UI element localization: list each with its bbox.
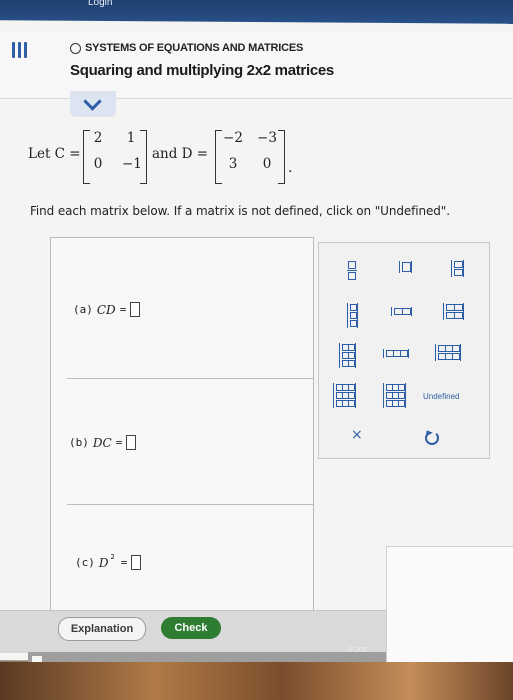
- explanation-button[interactable]: Explanation: [58, 617, 146, 641]
- topic-subtitle-text: SYSTEMS OF EQUATIONS AND MATRICES: [85, 42, 304, 54]
- problem-statement: Let C = 2 1 0 −1 and D = −2 −3 3 0 .: [28, 122, 488, 192]
- answer-a-input[interactable]: [130, 302, 141, 317]
- matrix-1x3-icon: [383, 349, 409, 358]
- answer-b-section: (b) DC =: [67, 378, 313, 505]
- answer-c-row: (c) D 2 =: [75, 552, 142, 570]
- matrix-3x1-button[interactable]: [347, 303, 358, 328]
- matrix-d-cell: −2: [223, 130, 243, 146]
- answer-a-equals: =: [119, 303, 127, 316]
- matrix-tool-palette: Undefined ×: [318, 242, 490, 459]
- matrix-d: −2 −3 3 0: [222, 130, 278, 172]
- side-panel: [386, 546, 513, 663]
- progress-circle-icon: [70, 42, 81, 54]
- matrix-3x1-icon: [347, 303, 358, 328]
- matrix-3x2-button[interactable]: [339, 343, 356, 368]
- matrix-3x3-button[interactable]: [333, 383, 356, 408]
- answer-b-expression: DC: [92, 435, 112, 450]
- matrix-3x2-icon: [339, 343, 356, 368]
- matrix-2x3-button[interactable]: [435, 344, 461, 361]
- answer-b-equals: =: [115, 436, 123, 449]
- answer-b-prefix: (b): [69, 436, 89, 449]
- matrix-3x3-alt-icon: [383, 383, 406, 408]
- answer-c-section: (c) D 2 =: [67, 504, 313, 611]
- answer-a-expression: CD: [96, 302, 116, 317]
- answer-c-expression: D: [98, 555, 109, 570]
- answer-panel: (a) CD = (b) DC = (c) D 2 =: [50, 237, 314, 611]
- clear-button[interactable]: ×: [351, 427, 363, 443]
- matrix-c: 2 1 0 −1: [92, 130, 142, 172]
- undefined-button[interactable]: Undefined: [423, 392, 459, 401]
- period: .: [288, 160, 293, 176]
- matrix-2x2-icon: [443, 303, 464, 320]
- answer-b-input[interactable]: [126, 435, 137, 450]
- matrix-1x2-button[interactable]: [391, 307, 412, 316]
- matrix-2x1-button[interactable]: [451, 260, 464, 277]
- matrix-d-cell: −3: [257, 130, 277, 146]
- matrix-c-cell: 1: [126, 130, 136, 146]
- answer-c-prefix: (c): [75, 556, 95, 569]
- matrix-d-cell: 0: [262, 156, 272, 172]
- close-icon: ×: [351, 427, 363, 443]
- fraction-icon: [347, 261, 357, 280]
- and-d-label: and D =: [152, 146, 209, 162]
- answer-c-exponent: 2: [110, 552, 115, 561]
- page-title: Squaring and multiplying 2x2 matrices: [70, 62, 334, 79]
- answer-a-row: (a) CD =: [73, 302, 141, 317]
- answer-a-prefix: (a): [73, 303, 93, 316]
- matrix-d-cell: 3: [228, 156, 238, 172]
- instruction-text: Find each matrix below. If a matrix is n…: [30, 204, 450, 218]
- check-button[interactable]: Check: [161, 617, 221, 639]
- menu-icon[interactable]: [12, 42, 30, 58]
- matrix-d-left-bracket: [215, 130, 222, 184]
- fraction-tool-button[interactable]: [347, 261, 357, 280]
- let-c-label: Let C =: [28, 146, 81, 162]
- copyright-text: © 202: [348, 647, 367, 654]
- matrix-c-right-bracket: [140, 130, 147, 184]
- matrix-2x2-button[interactable]: [443, 303, 464, 320]
- matrix-d-right-bracket: [278, 130, 285, 184]
- undo-icon: [425, 431, 439, 445]
- answer-c-equals: =: [120, 556, 128, 569]
- desk-background: [0, 662, 513, 700]
- answer-a-section: (a) CD =: [67, 238, 313, 378]
- matrix-c-cell: −1: [122, 156, 142, 172]
- answer-c-input[interactable]: [131, 555, 142, 570]
- matrix-2x3-icon: [435, 344, 461, 361]
- matrix-2x1-icon: [451, 260, 464, 277]
- matrix-1x1-icon: [399, 261, 412, 273]
- matrix-c-cell: 0: [93, 156, 103, 172]
- chevron-down-icon: [83, 92, 102, 111]
- topic-subtitle: SYSTEMS OF EQUATIONS AND MATRICES: [70, 42, 303, 54]
- matrix-1x2-icon: [391, 307, 412, 316]
- collapse-toggle[interactable]: [70, 91, 116, 117]
- undefined-label: Undefined: [423, 392, 460, 401]
- matrix-3x3-alt-button[interactable]: [383, 383, 406, 408]
- matrix-3x3-icon: [333, 383, 356, 408]
- matrix-c-left-bracket: [83, 130, 90, 184]
- answer-b-row: (b) DC =: [69, 435, 137, 450]
- matrix-1x3-button[interactable]: [383, 349, 409, 358]
- login-link[interactable]: Login: [88, 0, 112, 8]
- matrix-c-cell: 2: [93, 130, 103, 146]
- undo-button[interactable]: [425, 431, 439, 445]
- matrix-1x1-button[interactable]: [399, 261, 412, 273]
